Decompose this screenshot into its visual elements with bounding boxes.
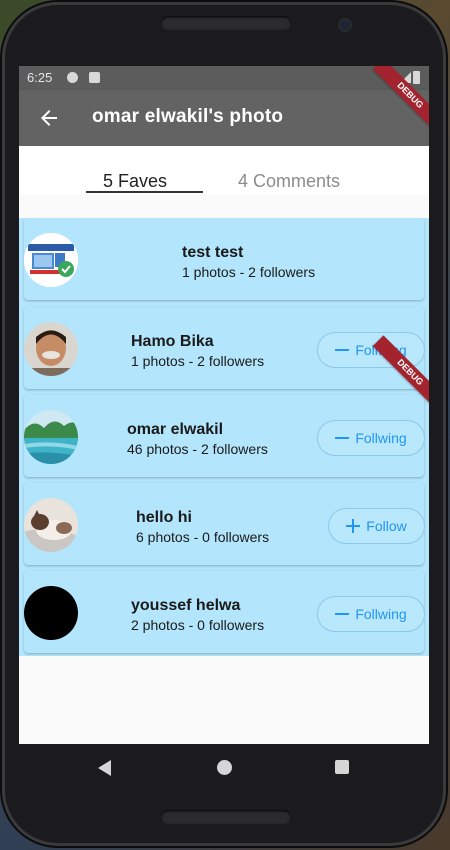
nav-back-icon[interactable] <box>98 760 111 776</box>
user-name: test test <box>182 244 244 261</box>
app-screen: 6:25 omar elwakil's photo DEBUG 5 Faves … <box>19 66 429 744</box>
nav-home-icon[interactable] <box>217 760 232 775</box>
status-time: 6:25 <box>27 70 53 85</box>
tab-faves[interactable]: 5 Faves <box>103 171 167 192</box>
top-speaker <box>161 16 291 30</box>
list-item[interactable]: youssef helwa 2 photos - 0 followers Fol… <box>24 571 425 653</box>
app-bar: omar elwakil's photo <box>19 90 429 146</box>
nav-recents-icon[interactable] <box>335 760 349 774</box>
follow-button[interactable]: Follow <box>328 508 425 544</box>
page-title: omar elwakil's photo <box>92 106 284 127</box>
following-button[interactable]: Follwing <box>317 420 425 456</box>
phone-frame: 6:25 omar elwakil's photo DEBUG 5 Faves … <box>2 2 446 846</box>
avatar[interactable] <box>24 586 78 640</box>
front-camera <box>340 20 350 30</box>
button-label: Follwing <box>355 430 407 446</box>
user-name: Hamo Bika <box>131 333 214 350</box>
user-stats: 46 photos - 2 followers <box>127 441 268 457</box>
button-label: Follow <box>366 518 407 534</box>
user-stats: 2 photos - 0 followers <box>131 617 265 633</box>
sleeping-cat-icon <box>24 498 78 552</box>
user-stats: 1 photos - 2 followers <box>131 353 265 369</box>
sd-card-icon <box>89 72 100 83</box>
notification-icon <box>67 72 78 83</box>
list-item[interactable]: Hamo Bika 1 photos - 2 followers Follwin… <box>24 307 425 389</box>
minus-icon <box>335 607 350 621</box>
user-name: youssef helwa <box>131 597 241 614</box>
plus-icon <box>346 519 361 533</box>
minus-icon <box>335 343 350 357</box>
list-item[interactable]: test test 1 photos - 2 followers <box>24 218 424 300</box>
system-nav-bar <box>19 744 429 794</box>
tab-indicator <box>86 191 203 193</box>
user-stats: 6 photos - 0 followers <box>136 529 270 545</box>
tab-bar: 5 Faves 4 Comments <box>19 146 429 194</box>
user-name: hello hi <box>136 509 192 526</box>
avatar[interactable] <box>24 410 78 464</box>
battery-icon <box>413 71 420 84</box>
user-stats: 1 photos - 2 followers <box>182 264 316 280</box>
bottom-speaker <box>161 810 291 824</box>
following-button[interactable]: Follwing <box>317 596 425 632</box>
avatar[interactable] <box>24 322 78 376</box>
man-portrait-icon <box>24 322 78 376</box>
lake-landscape-icon <box>24 410 78 464</box>
status-bar: 6:25 <box>19 66 429 90</box>
avatar[interactable] <box>24 233 78 287</box>
list-item[interactable]: omar elwakil 46 photos - 2 followers Fol… <box>24 395 425 477</box>
list-item[interactable]: hello hi 6 photos - 0 followers Follow <box>24 483 425 565</box>
user-name: omar elwakil <box>127 421 224 438</box>
avatar[interactable] <box>24 498 78 552</box>
arrow-left-icon[interactable] <box>37 106 61 130</box>
faves-list: DEBUG test test 1 photos - 2 followers H… <box>19 218 429 656</box>
button-label: Follwing <box>355 606 407 622</box>
tab-comments[interactable]: 4 Comments <box>238 171 340 192</box>
software-test-logo-icon <box>24 233 78 287</box>
minus-icon <box>335 431 350 445</box>
